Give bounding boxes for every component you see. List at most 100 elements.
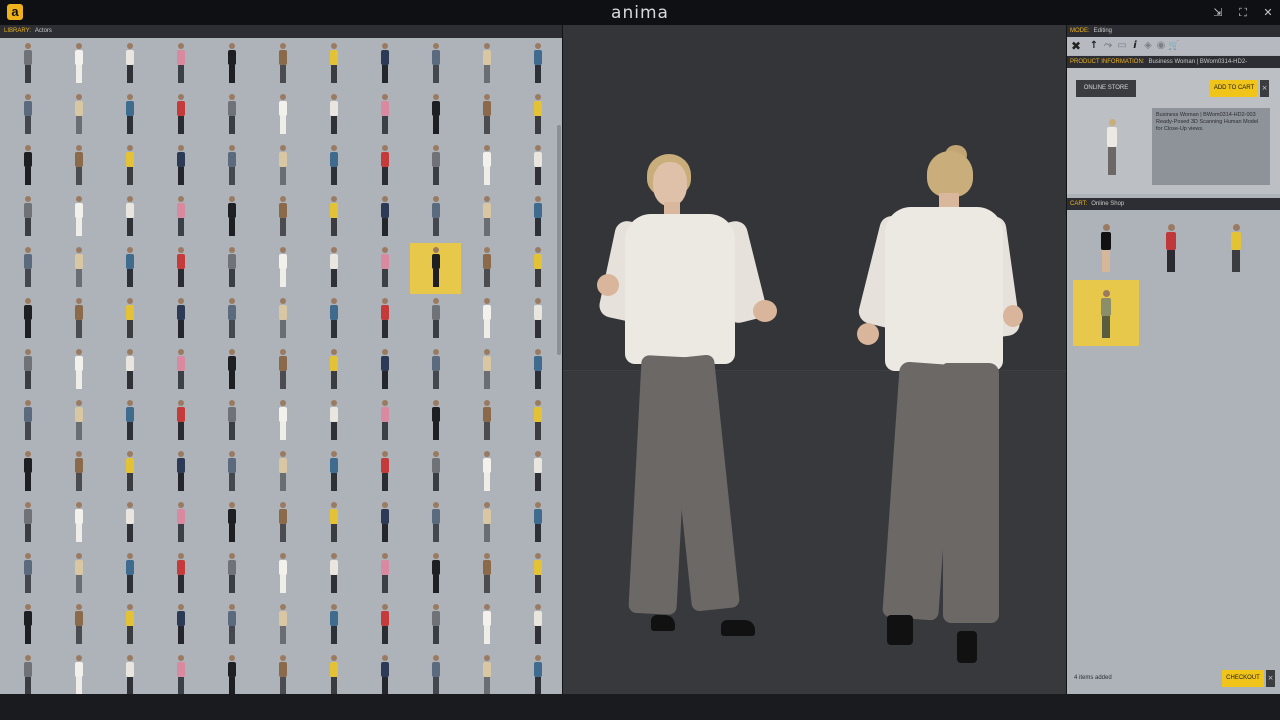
actor-thumbnail[interactable]: [2, 396, 53, 447]
actor-thumbnail[interactable]: [53, 651, 104, 694]
actor-thumbnail[interactable]: [512, 549, 562, 600]
actor-thumbnail[interactable]: [206, 345, 257, 396]
actor-thumbnail[interactable]: [53, 549, 104, 600]
cart-item-thumbnail[interactable]: [1203, 214, 1269, 280]
actor-thumbnail[interactable]: [104, 141, 155, 192]
model-back-view[interactable]: [853, 145, 1033, 663]
actor-thumbnail[interactable]: [461, 192, 512, 243]
actor-thumbnail[interactable]: [308, 447, 359, 498]
actor-thumbnail[interactable]: [257, 90, 308, 141]
checkout-button[interactable]: CHECKOUT: [1222, 670, 1264, 687]
actor-thumbnail[interactable]: [257, 549, 308, 600]
actor-thumbnail[interactable]: [512, 141, 562, 192]
camera-icon[interactable]: ◉: [1155, 39, 1167, 53]
actor-thumbnail[interactable]: [2, 243, 53, 294]
actor-thumbnail[interactable]: [512, 345, 562, 396]
actor-thumbnail[interactable]: [359, 396, 410, 447]
actor-thumbnail[interactable]: [257, 600, 308, 651]
actor-thumbnail[interactable]: [461, 141, 512, 192]
actor-thumbnail[interactable]: [104, 549, 155, 600]
actor-thumbnail[interactable]: [206, 294, 257, 345]
actor-thumbnail[interactable]: [2, 294, 53, 345]
actor-thumbnail[interactable]: [257, 345, 308, 396]
layers-icon[interactable]: ◈: [1142, 39, 1154, 53]
actor-thumbnail[interactable]: [206, 39, 257, 90]
actor-thumbnail[interactable]: [308, 345, 359, 396]
actor-thumbnail[interactable]: [155, 345, 206, 396]
actor-thumbnail[interactable]: [461, 498, 512, 549]
actor-thumbnail[interactable]: [2, 651, 53, 694]
actor-thumbnail[interactable]: [359, 549, 410, 600]
actor-thumbnail[interactable]: [104, 192, 155, 243]
actor-thumbnail[interactable]: [461, 345, 512, 396]
actor-thumbnail[interactable]: [206, 396, 257, 447]
actor-thumbnail[interactable]: [461, 243, 512, 294]
actor-thumbnail[interactable]: [257, 498, 308, 549]
actor-thumbnail[interactable]: [2, 345, 53, 396]
actor-thumbnail[interactable]: [359, 447, 410, 498]
close-icon[interactable]: ✕: [1261, 6, 1275, 20]
actor-thumbnail[interactable]: [359, 141, 410, 192]
actor-thumbnail[interactable]: [410, 549, 461, 600]
checkout-close-button[interactable]: ×: [1266, 670, 1275, 687]
actor-thumbnail[interactable]: [155, 90, 206, 141]
actor-thumbnail[interactable]: [359, 498, 410, 549]
actor-thumbnail[interactable]: [410, 192, 461, 243]
actor-thumbnail[interactable]: [53, 243, 104, 294]
actor-thumbnail[interactable]: [155, 39, 206, 90]
actor-thumbnail[interactable]: [410, 396, 461, 447]
actor-thumbnail[interactable]: [410, 651, 461, 694]
actor-thumbnail[interactable]: [461, 396, 512, 447]
actor-thumbnail[interactable]: [308, 498, 359, 549]
actor-thumbnail[interactable]: [257, 141, 308, 192]
cart-item-thumbnail[interactable]: [1073, 280, 1139, 346]
actor-thumbnail[interactable]: [2, 90, 53, 141]
cart-icon[interactable]: 🛒: [1168, 39, 1180, 53]
actor-thumbnail[interactable]: [104, 345, 155, 396]
actor-thumbnail[interactable]: [155, 447, 206, 498]
actor-thumbnail[interactable]: [53, 396, 104, 447]
actor-thumbnail[interactable]: [206, 498, 257, 549]
cart-item-thumbnail[interactable]: [1138, 214, 1204, 280]
actor-thumbnail[interactable]: [53, 192, 104, 243]
actor-thumbnail[interactable]: [359, 294, 410, 345]
fullscreen-icon[interactable]: ⛶: [1236, 6, 1250, 20]
actor-thumbnail[interactable]: [512, 90, 562, 141]
actor-thumbnail[interactable]: [512, 243, 562, 294]
library-scrollbar[interactable]: [557, 125, 561, 355]
actor-thumbnail[interactable]: [104, 39, 155, 90]
actor-thumbnail[interactable]: [410, 243, 461, 294]
actor-thumbnail[interactable]: [359, 600, 410, 651]
actor-thumbnail[interactable]: [155, 192, 206, 243]
model-front-view[interactable]: [597, 150, 793, 650]
frames-icon[interactable]: ▭: [1116, 39, 1128, 53]
actor-thumbnail[interactable]: [155, 141, 206, 192]
actor-thumbnail[interactable]: [53, 345, 104, 396]
actor-thumbnail[interactable]: [206, 549, 257, 600]
info-icon[interactable]: i: [1129, 39, 1141, 53]
actor-thumbnail[interactable]: [104, 396, 155, 447]
actor-thumbnail[interactable]: [410, 90, 461, 141]
actor-thumbnail[interactable]: [461, 600, 512, 651]
actor-thumbnail[interactable]: [206, 141, 257, 192]
actor-thumbnail[interactable]: [155, 396, 206, 447]
actor-thumbnail[interactable]: [461, 39, 512, 90]
actor-thumbnail[interactable]: [410, 345, 461, 396]
actor-thumbnail[interactable]: [53, 447, 104, 498]
actor-thumbnail[interactable]: [308, 243, 359, 294]
actor-thumbnail[interactable]: [308, 651, 359, 694]
actor-thumbnail[interactable]: [104, 600, 155, 651]
route-icon[interactable]: ⤳: [1102, 39, 1114, 53]
actor-thumbnail[interactable]: [308, 600, 359, 651]
actor-thumbnail[interactable]: [53, 39, 104, 90]
actor-thumbnail[interactable]: [512, 39, 562, 90]
actor-thumbnail[interactable]: [155, 498, 206, 549]
actor-thumbnail[interactable]: [104, 90, 155, 141]
upload-icon[interactable]: ↑: [1088, 39, 1100, 53]
actor-thumbnail[interactable]: [410, 600, 461, 651]
actor-thumbnail[interactable]: [104, 294, 155, 345]
actor-thumbnail[interactable]: [53, 600, 104, 651]
actor-thumbnail[interactable]: [512, 498, 562, 549]
actor-thumbnail[interactable]: [410, 447, 461, 498]
actor-thumbnail[interactable]: [512, 600, 562, 651]
